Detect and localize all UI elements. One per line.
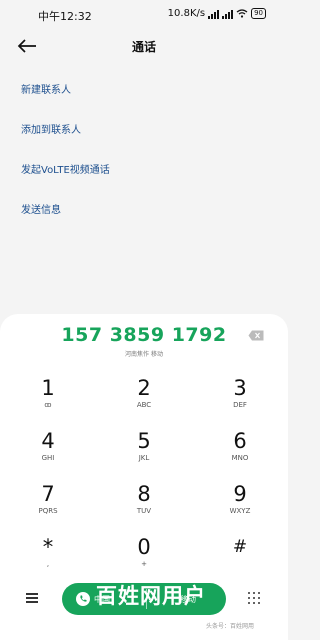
add-to-contact-link[interactable]: 添加到联系人 — [21, 124, 110, 164]
key-8[interactable]: 8 TUV — [104, 482, 184, 526]
volte-video-call-link[interactable]: 发起VoLTE视频通话 — [21, 164, 110, 204]
key-6[interactable]: 6 MNO — [200, 429, 280, 473]
action-list: 新建联系人 添加到联系人 发起VoLTE视频通话 发送信息 — [21, 84, 110, 244]
wifi-icon — [236, 9, 248, 18]
signal-icon-2 — [222, 9, 234, 19]
key-hash[interactable]: # — [200, 535, 280, 579]
backspace-icon[interactable] — [248, 330, 264, 341]
key-0[interactable]: 0 + — [104, 535, 184, 579]
network-speed: 10.8K/s — [167, 8, 206, 19]
status-time: 中午12:32 — [38, 10, 92, 23]
send-message-link[interactable]: 发送信息 — [21, 204, 110, 244]
app-header: 通话 — [0, 32, 288, 60]
battery-icon: 90 — [251, 8, 266, 19]
dialed-number: 157 3859 1792 — [61, 324, 227, 346]
signal-icon — [208, 9, 220, 19]
status-bar: 中午12:32 10.8K/s 90 — [0, 0, 288, 30]
key-1[interactable]: 1ꝏ — [8, 376, 88, 420]
watermark-small: 头条号：百姓网用 — [206, 623, 255, 630]
dialpad-icon[interactable] — [248, 592, 262, 606]
key-9[interactable]: 9 WXYZ — [200, 482, 280, 526]
menu-icon[interactable] — [26, 593, 38, 603]
page-title: 通话 — [131, 40, 156, 54]
status-icons: 10.8K/s 90 — [168, 8, 266, 19]
key-4[interactable]: 4 GHI — [8, 429, 88, 473]
watermark-text: 百姓网用户 — [96, 584, 206, 608]
key-7[interactable]: 7 PQRS — [8, 482, 88, 526]
key-2[interactable]: 2 ABC — [104, 376, 184, 420]
new-contact-link[interactable]: 新建联系人 — [21, 84, 110, 124]
number-location: 河南焦作 移动 — [125, 351, 163, 358]
key-star[interactable]: *, — [8, 535, 88, 579]
key-5[interactable]: 5 JKL — [104, 429, 184, 473]
key-3[interactable]: 3 DEF — [200, 376, 280, 420]
phone-icon — [76, 592, 90, 606]
